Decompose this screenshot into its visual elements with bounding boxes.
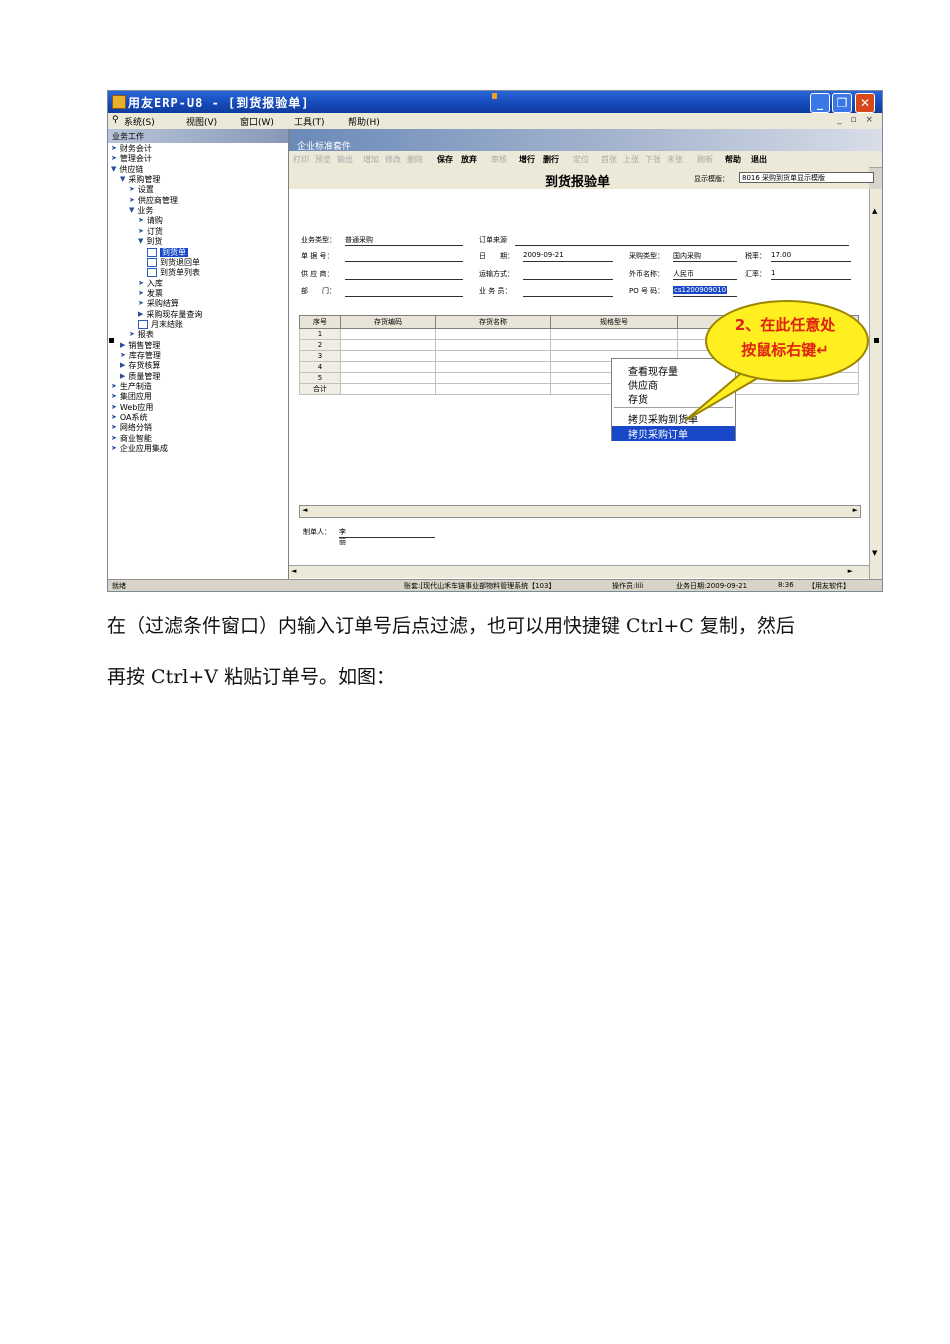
document-paragraph-line-1: 在（过滤条件窗口）内输入订单号后点过滤，也可以用快捷键 Ctrl+C 复制，然后 bbox=[107, 615, 795, 637]
callout-tail bbox=[685, 368, 772, 421]
annotation-callout: 2、在此任意处 按鼠标右键↵ bbox=[705, 300, 869, 382]
document-paragraph-line-2: 再按 Ctrl+V 粘贴订单号。如图： bbox=[107, 666, 396, 688]
callout-line-1: 2、在此任意处 bbox=[734, 316, 836, 334]
callout-line-2: 按鼠标右键↵ bbox=[741, 341, 829, 359]
